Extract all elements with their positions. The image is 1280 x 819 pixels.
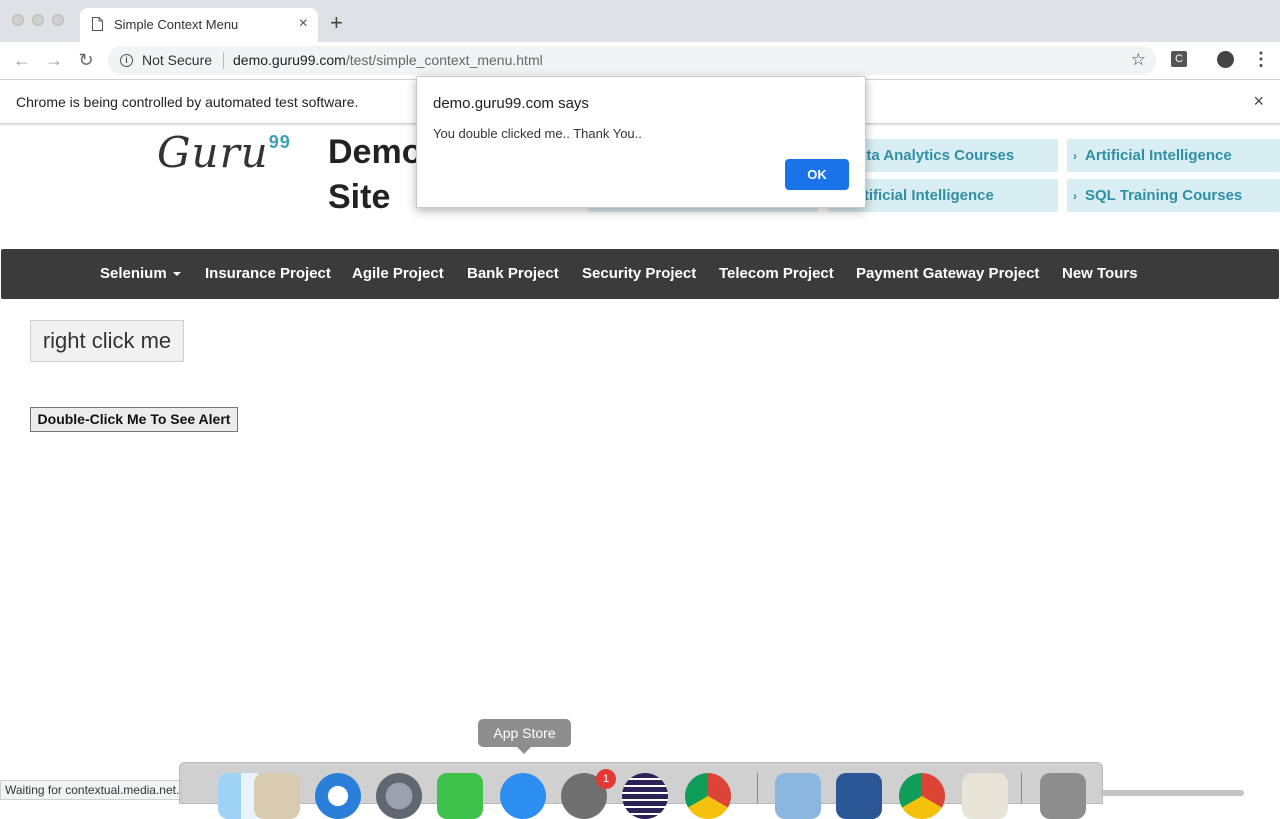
minimize-window-button[interactable] bbox=[32, 14, 44, 26]
chevron-right-icon: › bbox=[1073, 149, 1077, 163]
tab-close-icon[interactable]: × bbox=[299, 15, 308, 33]
status-bubble: Waiting for contextual.media.net... bbox=[0, 780, 182, 800]
eclipse-icon[interactable] bbox=[622, 773, 668, 819]
tab-title: Simple Context Menu bbox=[114, 17, 239, 32]
info-icon[interactable]: i bbox=[120, 54, 133, 67]
alert-dialog: demo.guru99.com says You double clicked … bbox=[416, 76, 866, 208]
course-label: rtificial Intelligence bbox=[858, 187, 994, 204]
nav-item-selenium[interactable]: Selenium bbox=[100, 265, 181, 282]
infobar-message: Chrome is being controlled by automated … bbox=[16, 94, 359, 110]
facetime-icon[interactable] bbox=[437, 773, 483, 819]
back-icon[interactable]: ← bbox=[12, 50, 32, 70]
nav-item-security[interactable]: Security Project bbox=[582, 265, 696, 282]
address-bar[interactable]: i Not Secure demo.guru99.com/test/simple… bbox=[108, 46, 1156, 75]
close-window-button[interactable] bbox=[12, 14, 24, 26]
infobar-close-icon[interactable]: × bbox=[1253, 91, 1264, 112]
word-icon[interactable] bbox=[836, 773, 882, 819]
course-label: SQL Training Courses bbox=[1085, 187, 1243, 204]
chrome-icon[interactable] bbox=[685, 773, 731, 819]
horizontal-scrollbar[interactable] bbox=[1100, 790, 1244, 796]
browser-toolbar: ← → ↻ i Not Secure demo.guru99.com/test/… bbox=[0, 42, 1280, 80]
double-click-button[interactable]: Double-Click Me To See Alert bbox=[30, 407, 238, 432]
caret-down-icon bbox=[172, 272, 181, 277]
chevron-right-icon: › bbox=[1073, 189, 1077, 203]
chrome-icon[interactable] bbox=[899, 773, 945, 819]
logo-text: Guru bbox=[157, 128, 269, 177]
dialog-title: demo.guru99.com says bbox=[433, 95, 589, 112]
nav-item-label: Selenium bbox=[100, 265, 167, 282]
course-link-6[interactable]: › SQL Training Courses bbox=[1067, 179, 1280, 212]
dock-tooltip: App Store bbox=[478, 719, 571, 747]
trash-icon[interactable] bbox=[1040, 773, 1086, 819]
course-link-3[interactable]: › Artificial Intelligence bbox=[1067, 139, 1280, 172]
bookmark-star-icon[interactable]: ☆ bbox=[1131, 50, 1146, 70]
logo-sup: 99 bbox=[268, 132, 291, 152]
browser-tab[interactable]: Simple Context Menu × bbox=[80, 8, 318, 42]
extension-icon[interactable]: C bbox=[1171, 51, 1187, 67]
app-store-icon[interactable] bbox=[500, 773, 546, 819]
reload-icon[interactable]: ↻ bbox=[76, 50, 96, 70]
course-label: ata Analytics Courses bbox=[858, 147, 1015, 164]
java-icon[interactable] bbox=[962, 773, 1008, 819]
dock-separator bbox=[1021, 773, 1022, 803]
new-tab-button[interactable]: + bbox=[330, 12, 343, 34]
nav-item-insurance[interactable]: Insurance Project bbox=[205, 265, 331, 282]
nav-item-agile[interactable]: Agile Project bbox=[352, 265, 444, 282]
course-label: Artificial Intelligence bbox=[1085, 147, 1232, 164]
nav-item-telecom[interactable]: Telecom Project bbox=[719, 265, 834, 282]
preview-icon[interactable] bbox=[775, 773, 821, 819]
tab-strip: Simple Context Menu × + bbox=[0, 0, 1280, 42]
safari-icon[interactable] bbox=[315, 773, 361, 819]
dock-separator bbox=[757, 773, 758, 803]
nav-item-bank[interactable]: Bank Project bbox=[467, 265, 559, 282]
notification-badge: 1 bbox=[596, 769, 616, 789]
dialog-message: You double clicked me.. Thank You.. bbox=[433, 126, 642, 141]
url-path: /test/simple_context_menu.html bbox=[345, 52, 543, 68]
url-separator bbox=[223, 52, 224, 69]
kebab-menu-icon[interactable]: ⋮ bbox=[1252, 49, 1270, 69]
guru99-logo[interactable]: Guru99 bbox=[157, 128, 291, 177]
launchpad-icon[interactable] bbox=[376, 773, 422, 819]
zoom-window-button[interactable] bbox=[52, 14, 64, 26]
url-host: demo.guru99.com bbox=[233, 52, 346, 68]
url-text[interactable]: demo.guru99.com/test/simple_context_menu… bbox=[233, 52, 543, 68]
tooltip-arrow bbox=[517, 747, 531, 754]
right-click-button[interactable]: right click me bbox=[30, 320, 184, 362]
nav-item-new-tours[interactable]: New Tours bbox=[1062, 265, 1138, 282]
main-navbar: Selenium Insurance Project Agile Project… bbox=[1, 249, 1279, 299]
profile-icon[interactable] bbox=[1217, 51, 1234, 68]
nav-item-payment-gateway[interactable]: Payment Gateway Project bbox=[856, 265, 1039, 282]
security-label[interactable]: Not Secure bbox=[142, 52, 212, 68]
forward-icon[interactable]: → bbox=[44, 50, 64, 70]
page-icon bbox=[92, 17, 103, 31]
dialog-ok-button[interactable]: OK bbox=[785, 159, 849, 190]
macos-dock bbox=[179, 762, 1103, 819]
mail-icon[interactable] bbox=[254, 773, 300, 819]
